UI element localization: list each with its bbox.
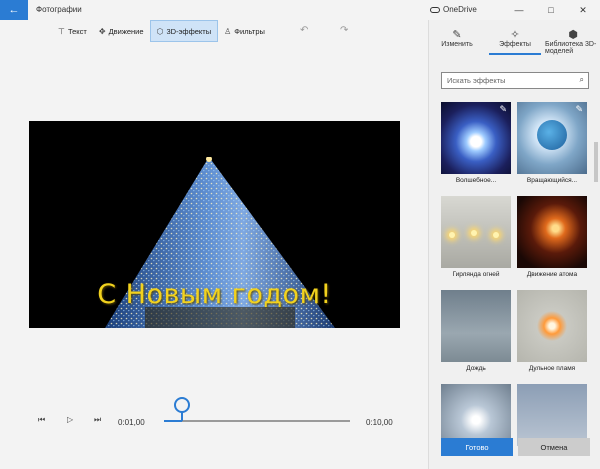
text-icon: ⊤ [58,26,65,36]
tab-edit[interactable]: ✎ Изменить [437,28,477,48]
effects-panel: ✎ Изменить ✧ Эффекты ⬢ Библиотека 3D-мод… [428,20,600,469]
back-button[interactable]: ← [0,0,28,20]
cloud-icon [430,6,440,13]
light-dot [493,232,499,238]
filters-tool-label: Фильтры [234,26,265,36]
3d-effects-tool-button[interactable]: ⬡ 3D-эффекты [149,20,219,42]
tab-edit-label: Изменить [441,41,473,48]
onedrive-button[interactable]: OneDrive [430,5,477,14]
effect-thumbnail [517,384,587,446]
effect-label: Вращающийся... [526,177,578,184]
search-effects-input[interactable]: Искать эффекты ⌕ [441,72,589,89]
greeting-caption: С Новым годом! [97,279,332,310]
text-tool-button[interactable]: ⊤ Текст [52,20,93,42]
3d-effects-tool-label: 3D-эффекты [166,26,212,36]
tab-3d-library-label: Библиотека 3D-моделей [545,41,597,55]
cancel-button[interactable]: Отмена [518,438,590,456]
panel-tabs: ✎ Изменить ✧ Эффекты ⬢ Библиотека 3D-мод… [429,20,600,66]
effect-label: Движение атома [526,271,578,278]
effect-thumbnail [517,196,587,268]
light-dot [471,230,477,236]
effects-icon: ✧ [510,29,520,41]
next-frame-button[interactable]: ⏭ [94,415,101,425]
timeline-progress [164,420,182,422]
scrollbar-thumb[interactable] [594,142,598,182]
filters-icon: ♙ [224,26,232,36]
effect-card-rotating[interactable]: ✎ Вращающийся... [517,102,587,184]
3d-library-icon: ⬢ [568,29,578,41]
text-tool-label: Текст [67,26,87,36]
effect-card-rain[interactable]: Дождь [441,290,511,372]
effect-thumbnail: ✎ [441,102,511,174]
close-button[interactable]: ✕ [572,3,594,17]
tab-effects[interactable]: ✧ Эффекты [489,28,541,55]
onedrive-label: OneDrive [443,5,477,14]
play-button[interactable]: ▷ [67,415,73,424]
effect-label: Дульное пламя [528,365,576,372]
previous-frame-button[interactable]: ⏮ [38,415,45,425]
timeline-track[interactable] [164,420,350,422]
wand-icon: ✎ [499,104,507,114]
effect-label: Волшебное... [455,177,497,184]
effect-label: Дождь [466,365,486,372]
minimize-button[interactable]: — [508,3,530,17]
done-button[interactable]: Готово [441,438,513,456]
3d-effects-icon: ⬡ [156,26,164,36]
effect-card-7[interactable] [441,384,511,446]
video-preview: С Новым годом! [29,121,400,328]
current-time: 0:01,00 [118,418,145,427]
effect-thumbnail: ✎ [517,102,587,174]
title-bar: ← Фотографии OneDrive — □ ✕ [0,0,600,20]
effect-card-8[interactable] [517,384,587,446]
motion-icon: ✥ [98,26,106,36]
tab-effects-label: Эффекты [499,41,531,48]
globe-shape [537,120,567,150]
filters-tool-button[interactable]: ♙ Фильтры [218,20,271,42]
app-title: Фотографии [36,5,82,14]
effect-label: Гирлянда огней [452,271,500,278]
effect-thumbnail [441,290,511,362]
edit-icon: ✎ [452,29,462,41]
maximize-button[interactable]: □ [540,3,562,17]
undo-button[interactable]: ↶ [300,25,308,36]
wand-icon: ✎ [575,104,583,114]
search-placeholder: Искать эффекты [447,76,506,85]
effects-scrollbar[interactable] [594,102,598,446]
tab-3d-library[interactable]: ⬢ Библиотека 3D-моделей [545,28,600,55]
effects-toolbar: ⊤ Текст ✥ Движение ⬡ 3D-эффекты ♙ Фильтр… [52,19,271,43]
effect-thumbnail [517,290,587,362]
effect-card-garland[interactable]: Гирлянда огней [441,196,511,278]
motion-tool-button[interactable]: ✥ Движение [93,20,150,42]
effect-card-atom[interactable]: Движение атома [517,196,587,278]
search-icon: ⌕ [579,75,584,84]
effect-card-muzzle-flash[interactable]: Дульное пламя [517,290,587,372]
redo-button[interactable]: ↷ [340,25,348,36]
active-tab-indicator [489,53,541,55]
effect-thumbnail [441,196,511,268]
timeline-thumb[interactable] [174,397,190,413]
back-arrow-icon: ← [8,4,20,16]
total-time: 0:10,00 [366,418,393,427]
light-dot [449,232,455,238]
playback-bar: ⏮ ▷ ⏭ 0:01,00 0:10,00 [30,397,400,435]
effect-thumbnail [441,384,511,446]
effect-card-magic[interactable]: ✎ Волшебное... [441,102,511,184]
motion-tool-label: Движение [108,26,144,36]
effects-grid: ✎ Волшебное... ✎ Вращающийся... Гирлянда… [441,102,591,446]
